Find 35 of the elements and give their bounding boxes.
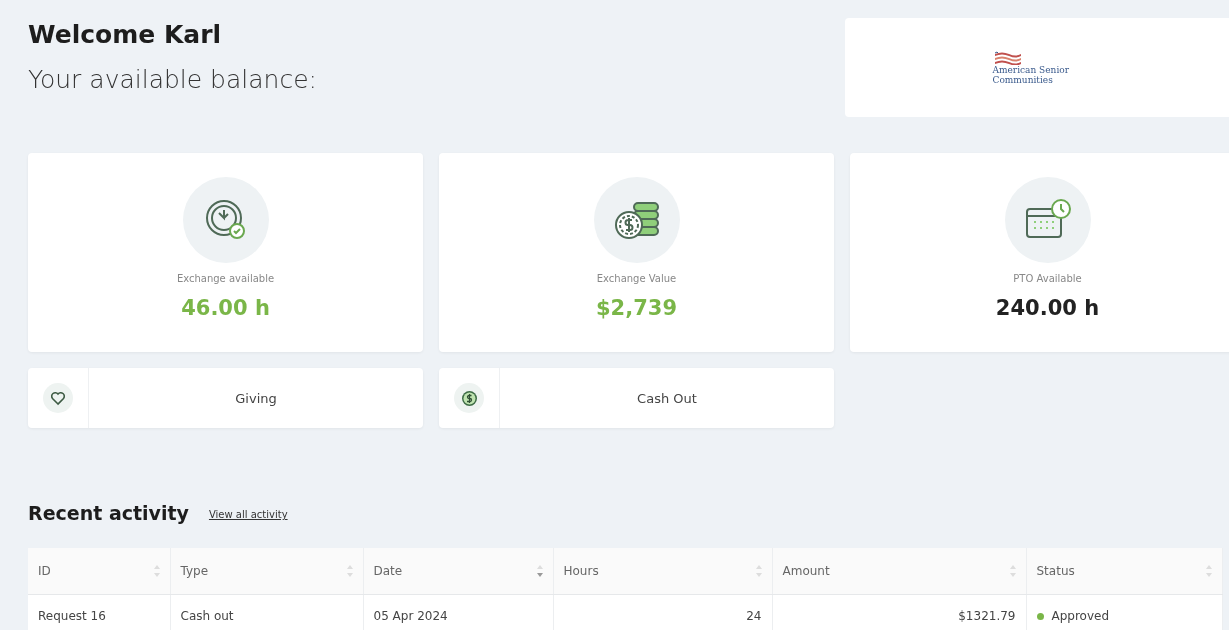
column-header[interactable]: Type xyxy=(170,548,363,595)
logo-text: Communities xyxy=(992,74,1053,85)
sort-icon[interactable] xyxy=(346,565,353,577)
balance-value: $2,739 xyxy=(595,296,677,320)
column-header[interactable]: ID xyxy=(28,548,170,595)
dollar-icon xyxy=(460,389,478,407)
sort-icon[interactable] xyxy=(1205,565,1212,577)
sort-icon[interactable] xyxy=(1009,565,1016,577)
column-header[interactable]: Date xyxy=(363,548,553,595)
table-cell: 05 Apr 2024 xyxy=(363,594,553,630)
balance-label: Exchange available xyxy=(176,273,275,284)
column-header[interactable]: Status xyxy=(1026,548,1222,595)
balance-value: 46.00 h xyxy=(181,296,270,320)
balance-label: PTO Available xyxy=(1013,273,1082,284)
action-button[interactable]: Giving xyxy=(28,368,423,428)
column-header[interactable]: Hours xyxy=(553,548,772,595)
section-title: Recent activity xyxy=(28,502,189,524)
welcome-heading: Welcome Karl xyxy=(28,20,223,49)
column-header[interactable]: Amount xyxy=(772,548,1026,595)
view-all-link[interactable]: View all activity xyxy=(208,509,288,520)
balance-subtitle: Your available balance: xyxy=(28,65,317,94)
status-label: Approved xyxy=(1051,609,1110,623)
sort-icon[interactable] xyxy=(153,565,160,577)
table-cell: 24 xyxy=(553,594,772,630)
action-button[interactable]: Cash Out xyxy=(439,368,834,428)
table-cell: $1321.79 xyxy=(772,594,1026,630)
heart-icon xyxy=(50,390,66,406)
sort-icon[interactable] xyxy=(755,565,762,577)
balance-label: Exchange Value xyxy=(596,273,677,284)
flag-icon xyxy=(992,50,1023,65)
table-cell: Request 16 xyxy=(28,594,170,630)
balance-value: 240.00 h xyxy=(995,296,1100,320)
logo-text: American Senior xyxy=(992,64,1069,75)
sort-descending-icon[interactable] xyxy=(536,565,543,577)
table-cell: Cash out xyxy=(170,594,363,630)
